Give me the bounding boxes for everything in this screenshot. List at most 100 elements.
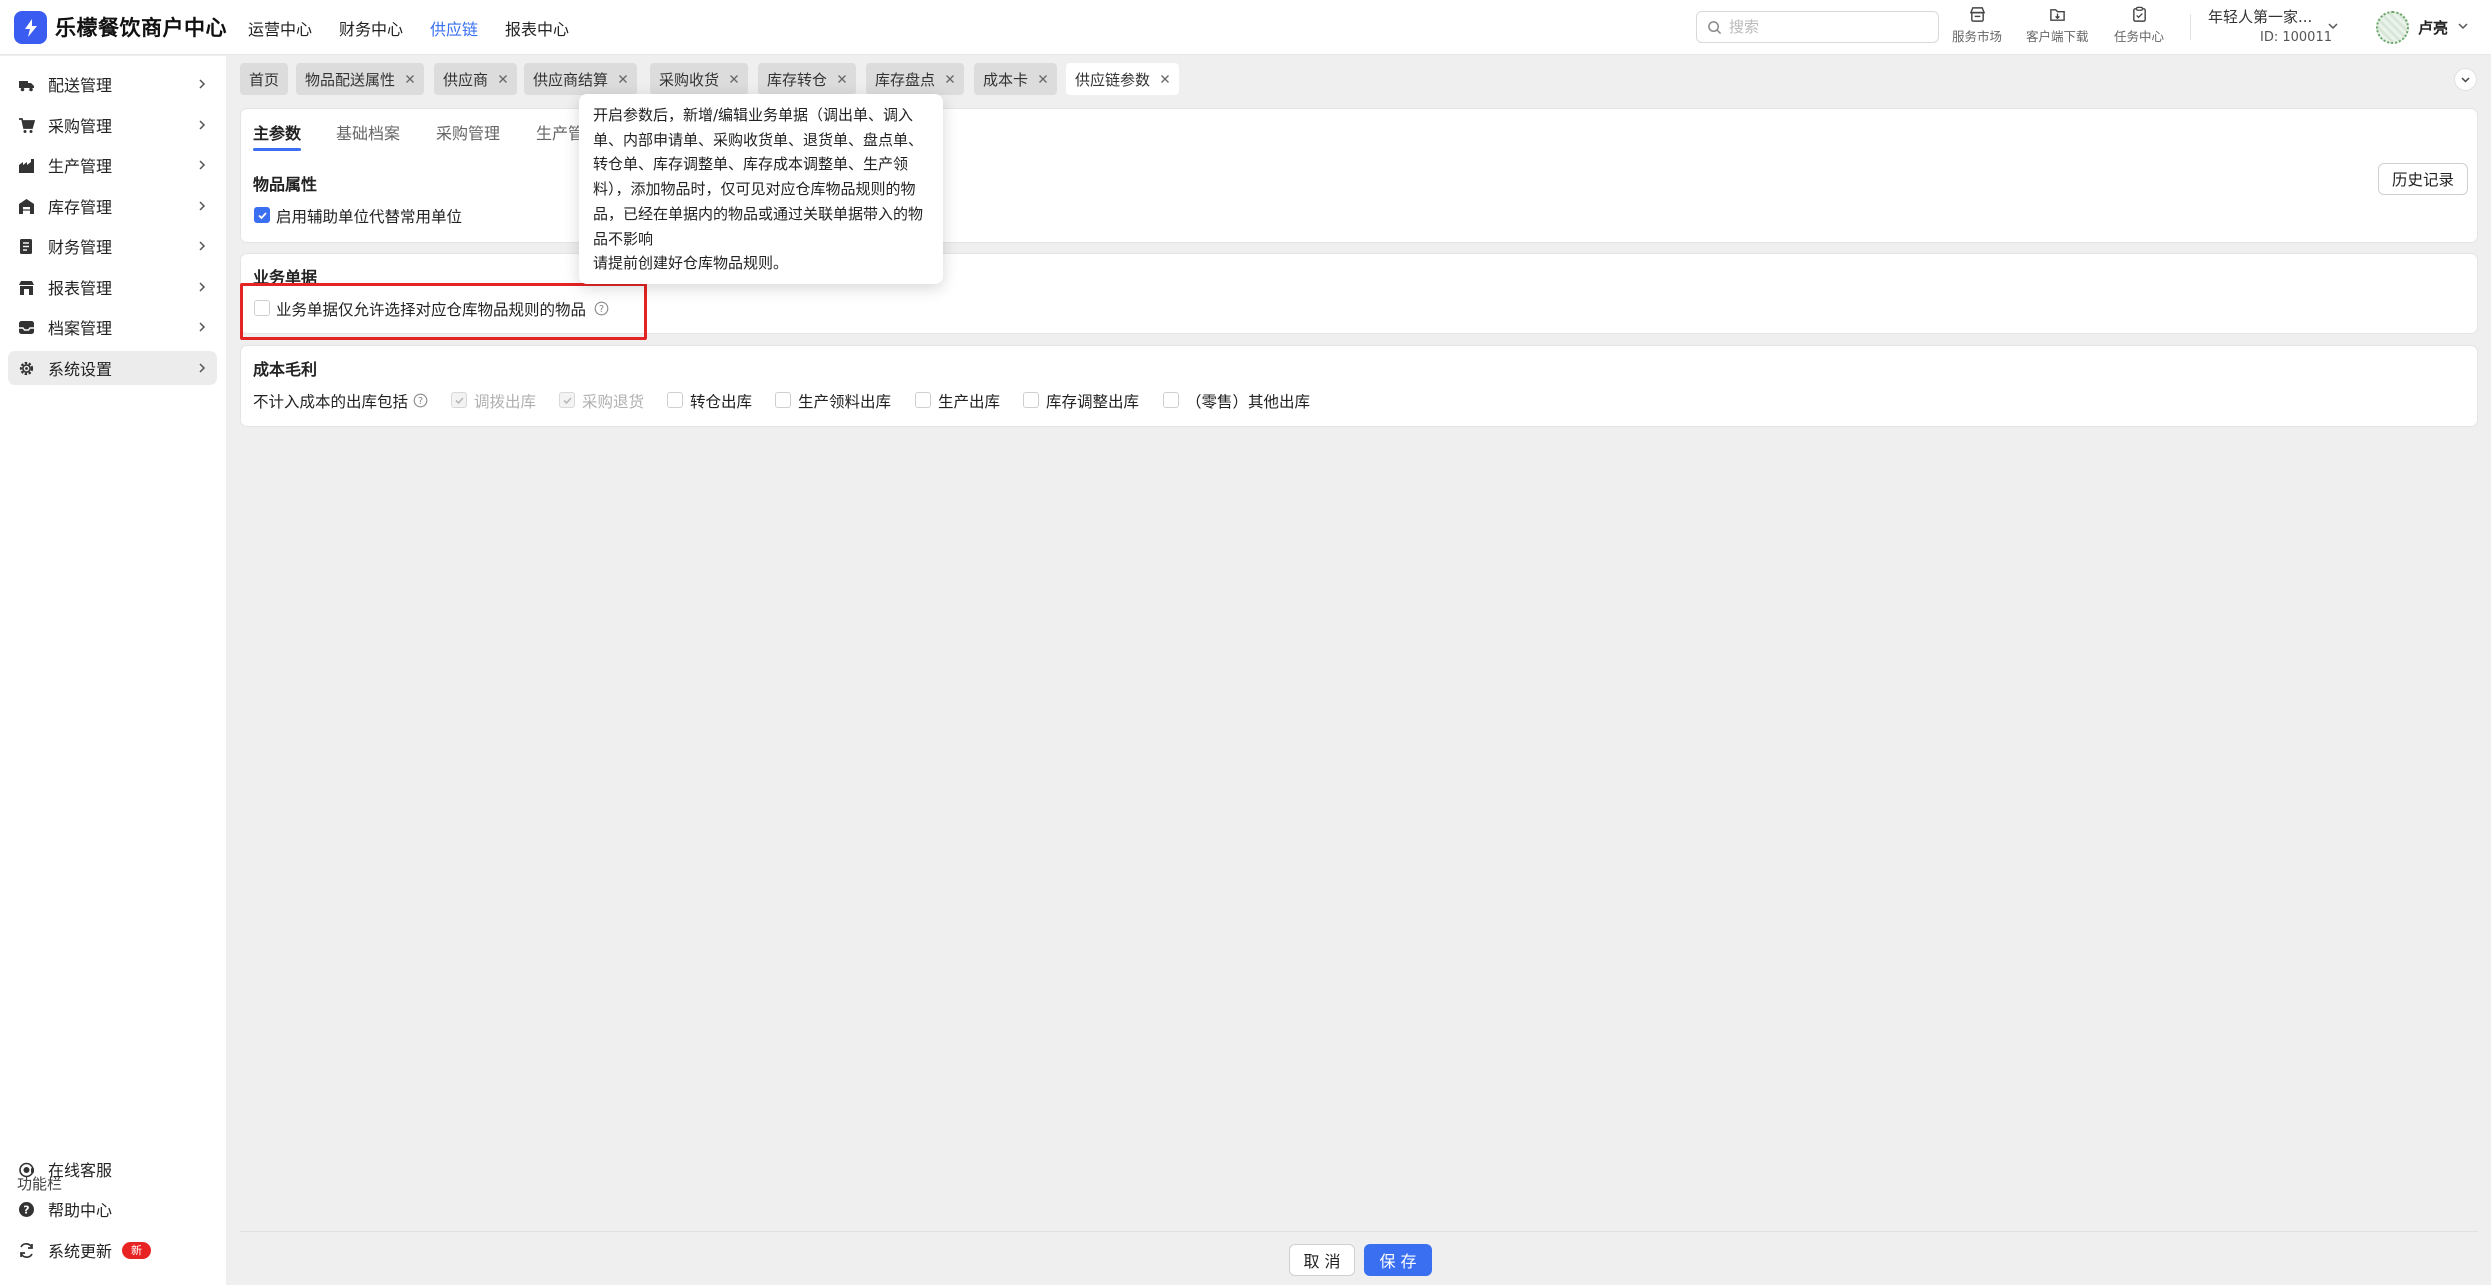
- option-purchase-return-label: 采购退货: [582, 393, 645, 411]
- sidebar-item-system-settings[interactable]: 系统设置: [8, 351, 217, 385]
- sidebar-item-purchase[interactable]: 采购管理: [8, 108, 217, 142]
- help-center-item[interactable]: ? 帮助中心: [8, 1192, 217, 1226]
- service-market-button[interactable]: 服务市场: [1952, 6, 2002, 45]
- tab-label: 物品配送属性: [305, 70, 396, 89]
- factory-icon: [19, 159, 34, 173]
- tab-label: 供应链参数: [1075, 70, 1151, 89]
- tab-supplier-settlement[interactable]: 供应商结算: [524, 63, 638, 95]
- sidebar-item-finance[interactable]: 财务管理: [8, 229, 217, 263]
- option-production-out-checkbox[interactable]: [915, 392, 931, 408]
- close-icon[interactable]: [729, 74, 739, 84]
- section-title: 物品属性: [253, 175, 318, 194]
- tab-cost-card[interactable]: 成本卡: [974, 63, 1058, 95]
- sidebar-item-archive[interactable]: 档案管理: [8, 310, 217, 344]
- tab-label: 成本卡: [983, 70, 1029, 89]
- top-nav: 运营中心 财务中心 供应链 报表中心: [248, 16, 596, 40]
- save-button[interactable]: 保 存: [1364, 1244, 1432, 1276]
- help-tooltip: 开启参数后，新增/编辑业务单据（调出单、调入单、内部申请单、采购收货单、退货单、…: [579, 94, 943, 284]
- tab-purchase-receipt[interactable]: 采购收货: [650, 63, 749, 95]
- chevron-down-icon[interactable]: [2456, 19, 2470, 33]
- user-name[interactable]: 卢亮: [2418, 17, 2448, 38]
- cancel-button[interactable]: 取 消: [1289, 1244, 1355, 1276]
- sidebar-item-reports[interactable]: 报表管理: [8, 270, 217, 304]
- chevron-down-icon[interactable]: [2326, 19, 2340, 33]
- headset-icon: [19, 1162, 34, 1178]
- close-icon[interactable]: [405, 74, 415, 84]
- history-button[interactable]: 历史记录: [2378, 163, 2468, 195]
- tooltip-text: 开启参数后，新增/编辑业务单据（调出单、调入单、内部申请单、采购收货单、退货单、…: [593, 106, 924, 248]
- topnav-operations[interactable]: 运营中心: [248, 16, 312, 40]
- close-icon[interactable]: [618, 74, 628, 84]
- sidebar-item-production[interactable]: 生产管理: [8, 148, 217, 182]
- option-retail-other-label: （零售）其他出库: [1186, 393, 1311, 411]
- task-center-button[interactable]: 任务中心: [2114, 6, 2164, 45]
- option-stock-adjust-checkbox[interactable]: [1023, 392, 1039, 408]
- chevron-right-icon: [199, 201, 206, 211]
- brand-name: 乐檬餐饮商户中心: [55, 16, 227, 40]
- search-input[interactable]: [1729, 18, 1929, 36]
- search-icon: [1708, 20, 1722, 34]
- avatar[interactable]: [2376, 11, 2409, 44]
- chevron-right-icon: [199, 79, 206, 89]
- tab-item-delivery-props[interactable]: 物品配送属性: [296, 63, 425, 95]
- sidebar-item-label: 采购管理: [48, 117, 113, 136]
- subtab-purchase-management[interactable]: 采购管理: [436, 120, 500, 144]
- chevron-down-icon: [2461, 77, 2470, 83]
- brand-logo-icon[interactable]: [14, 11, 47, 44]
- tab-dropdown-button[interactable]: [2454, 68, 2477, 91]
- close-icon[interactable]: [945, 74, 955, 84]
- topnav-supply-chain[interactable]: 供应链: [430, 16, 478, 40]
- service-market-label: 服务市场: [1952, 29, 2003, 44]
- folder-download-icon: [2049, 9, 2065, 21]
- system-update-item[interactable]: 系统更新 新: [8, 1233, 217, 1267]
- truck-icon: [19, 81, 34, 92]
- highlight-box: [240, 283, 647, 340]
- sidebar-item-inventory[interactable]: 库存管理: [8, 189, 217, 223]
- option-transfer-out-checkbox[interactable]: [451, 392, 467, 408]
- help-icon: ?: [19, 1202, 34, 1217]
- top-bar: 乐檬餐饮商户中心 运营中心 财务中心 供应链 报表中心 服务市场 客户端下载 任…: [0, 0, 2491, 55]
- sidebar-item-label: 配送管理: [48, 76, 113, 95]
- close-icon[interactable]: [498, 74, 508, 84]
- online-support-item[interactable]: 在线客服: [8, 1152, 217, 1186]
- tooltip-note: 请提前创建好仓库物品规则。: [593, 254, 789, 273]
- divider: [2190, 14, 2191, 40]
- tab-home[interactable]: 首页: [240, 63, 289, 95]
- tab-stock-count[interactable]: 库存盘点: [866, 63, 965, 95]
- tab-supply-chain-params[interactable]: 供应链参数: [1066, 63, 1180, 95]
- tab-stock-transfer[interactable]: 库存转仓: [758, 63, 857, 95]
- close-icon[interactable]: [837, 74, 847, 84]
- store-id: ID: 100011: [2260, 30, 2332, 45]
- client-download-button[interactable]: 客户端下载: [2026, 6, 2089, 45]
- store-switcher[interactable]: 年轻人第一家... ID: 100011: [2208, 6, 2332, 45]
- subtab-main-params[interactable]: 主参数: [253, 120, 301, 144]
- sidebar-item-delivery[interactable]: 配送管理: [8, 67, 217, 101]
- store-icon: [1969, 7, 1985, 22]
- client-download-label: 客户端下载: [2026, 29, 2089, 44]
- sidebar: 配送管理 采购管理 生产管理 库存管理 财务管理 报表管理 档案管理 系统设置 …: [0, 56, 226, 1285]
- option-warehouse-transfer-checkbox[interactable]: [667, 392, 683, 408]
- option-transfer-out-label: 调拨出库: [474, 393, 537, 411]
- svg-text:?: ?: [418, 396, 423, 407]
- tab-label: 库存盘点: [875, 70, 936, 89]
- subtab-basic-archive[interactable]: 基础档案: [336, 120, 400, 144]
- close-icon[interactable]: [1038, 74, 1048, 84]
- tab-supplier[interactable]: 供应商: [434, 63, 518, 95]
- topnav-finance[interactable]: 财务中心: [339, 16, 403, 40]
- task-center-label: 任务中心: [2114, 29, 2165, 44]
- option-retail-other-checkbox[interactable]: [1163, 392, 1179, 408]
- svg-text:?: ?: [23, 1204, 29, 1217]
- option-production-picking-checkbox[interactable]: [775, 392, 791, 408]
- system-update-label: 系统更新: [48, 1242, 113, 1261]
- warehouse-icon: [19, 199, 34, 214]
- search-box[interactable]: [1696, 11, 1939, 43]
- question-circle-icon[interactable]: ?: [413, 393, 428, 408]
- cart-icon: [19, 118, 35, 133]
- topnav-reports[interactable]: 报表中心: [505, 16, 569, 40]
- subtab-production-management[interactable]: 生产管: [536, 120, 584, 144]
- option-purchase-return-checkbox[interactable]: [559, 392, 575, 408]
- option-warehouse-transfer-label: 转仓出库: [690, 393, 753, 411]
- store-name: 年轻人第一家...: [2208, 8, 2313, 26]
- close-icon[interactable]: [1160, 74, 1170, 84]
- aux-unit-checkbox[interactable]: [254, 207, 270, 223]
